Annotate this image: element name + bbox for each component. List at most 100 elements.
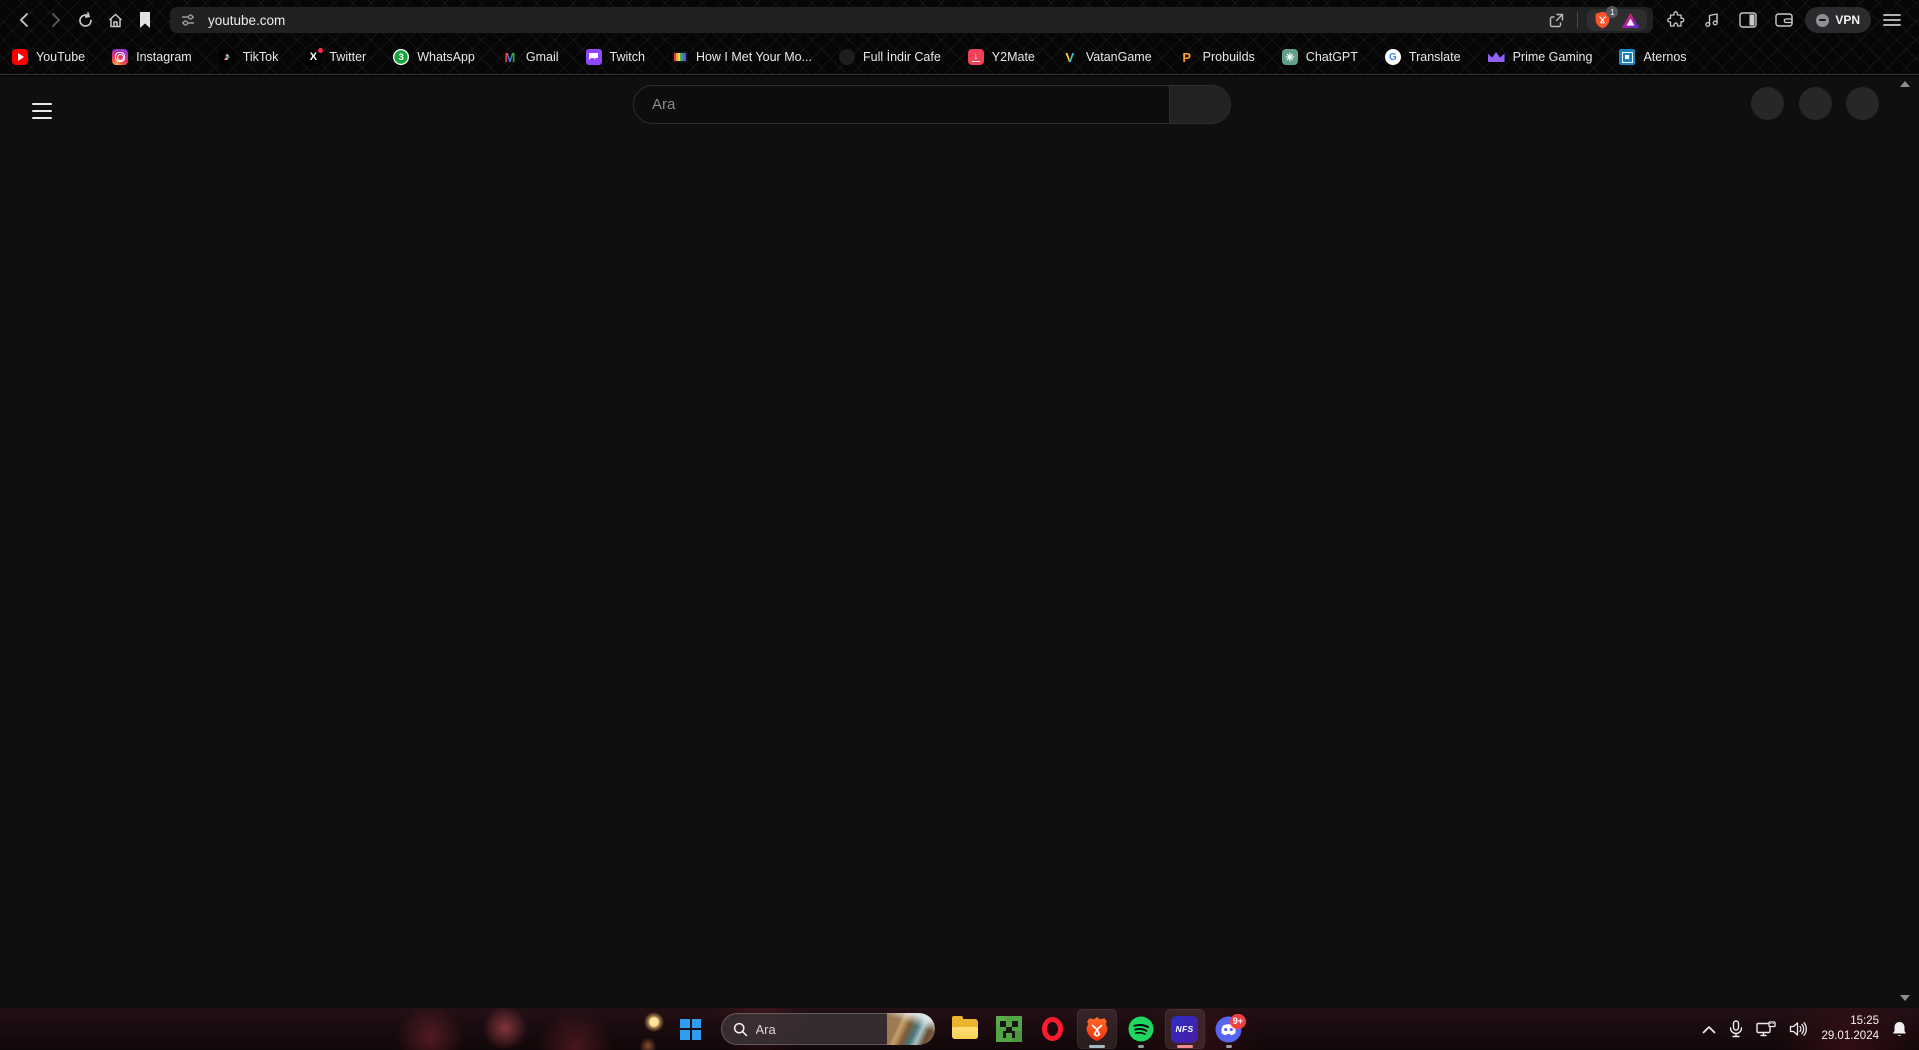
system-tray: 15:25 29.01.2024 bbox=[1702, 1008, 1919, 1050]
twitch-icon bbox=[585, 49, 602, 65]
taskbar-center-cluster: NFS 9+ bbox=[671, 1009, 1249, 1049]
tiktok-icon bbox=[218, 49, 235, 65]
taskbar-search-input[interactable] bbox=[755, 1021, 887, 1037]
browser-chrome: youtube.com 1 VPN YouTube Instagram ♪ Ti… bbox=[0, 0, 1919, 75]
toolbar-separator bbox=[1577, 12, 1579, 28]
bookmark-fullindircafe[interactable]: Full İndir Cafe bbox=[838, 49, 941, 65]
browser-toolbar: youtube.com 1 VPN bbox=[0, 0, 1919, 40]
discord-icon: 9+ bbox=[1215, 1013, 1246, 1043]
search-icon bbox=[733, 1022, 748, 1037]
taskbar-search-box[interactable] bbox=[720, 1013, 935, 1045]
clock[interactable]: 15:25 29.01.2024 bbox=[1821, 1014, 1879, 1044]
reload-button[interactable] bbox=[71, 6, 99, 34]
windows-taskbar: NFS 9+ bbox=[0, 1008, 1919, 1050]
bookmark-probuilds[interactable]: Probuilds bbox=[1179, 49, 1255, 65]
network-icon[interactable] bbox=[1756, 1020, 1777, 1038]
scrollbar-down-arrow[interactable] bbox=[1900, 995, 1910, 1001]
bookmark-tiktok[interactable]: TikTok bbox=[218, 49, 278, 65]
taskbar-app-opera[interactable] bbox=[1033, 1009, 1073, 1049]
bookmark-primegaming[interactable]: Prime Gaming bbox=[1487, 50, 1592, 64]
opera-icon bbox=[1042, 1017, 1063, 1041]
url-text[interactable]: youtube.com bbox=[208, 13, 1540, 28]
volume-icon[interactable] bbox=[1789, 1021, 1808, 1037]
instagram-icon bbox=[112, 49, 129, 65]
search-highlight-image[interactable] bbox=[886, 1013, 935, 1045]
probuilds-icon bbox=[1179, 49, 1195, 65]
taskbar-app-minecraft[interactable] bbox=[989, 1009, 1029, 1049]
taskbar-app-nfs[interactable]: NFS bbox=[1164, 1009, 1205, 1049]
sidebar-icon[interactable] bbox=[1734, 6, 1762, 34]
scrollbar-up-arrow[interactable] bbox=[1900, 81, 1910, 87]
running-indicator bbox=[1225, 1045, 1232, 1048]
masthead-skeleton-circle bbox=[1751, 87, 1784, 120]
youtube-searchbox[interactable] bbox=[633, 85, 1231, 124]
tv-icon bbox=[671, 51, 688, 63]
taskbar-app-brave[interactable] bbox=[1076, 1009, 1117, 1049]
brave-badges-group: 1 bbox=[1587, 6, 1648, 31]
taskbar-app-discord[interactable]: 9+ bbox=[1209, 1009, 1249, 1049]
taskbar-app-spotify[interactable] bbox=[1121, 1009, 1161, 1049]
bookmarks-bar: YouTube Instagram TikTok Twitter 3WhatsA… bbox=[0, 40, 1919, 74]
browser-menu-icon[interactable] bbox=[1878, 6, 1906, 34]
share-icon[interactable] bbox=[1540, 12, 1573, 29]
home-button[interactable] bbox=[101, 6, 129, 34]
bookmark-chatgpt[interactable]: ChatGPT bbox=[1281, 49, 1358, 65]
address-bar[interactable]: youtube.com 1 bbox=[170, 6, 1654, 33]
wallet-icon[interactable] bbox=[1770, 6, 1798, 34]
aternos-icon bbox=[1619, 49, 1636, 65]
google-translate-icon bbox=[1384, 49, 1401, 65]
bookmark-aternos[interactable]: Aternos bbox=[1619, 49, 1687, 65]
gmail-icon bbox=[502, 49, 518, 65]
running-indicator bbox=[1088, 1045, 1105, 1048]
forward-button[interactable] bbox=[41, 6, 69, 34]
bookmark-twitch[interactable]: Twitch bbox=[585, 49, 645, 65]
vatangame-icon bbox=[1062, 49, 1078, 65]
media-control-icon[interactable] bbox=[1698, 6, 1726, 34]
bookmark-youtube[interactable]: YouTube bbox=[12, 49, 85, 65]
vpn-button[interactable]: VPN bbox=[1805, 7, 1871, 33]
bookmark-gmail[interactable]: Gmail bbox=[502, 49, 559, 65]
whatsapp-icon: 3 bbox=[393, 49, 410, 65]
bookmark-translate[interactable]: Translate bbox=[1384, 49, 1461, 65]
file-explorer-icon bbox=[951, 1016, 978, 1039]
nfs-icon: NFS bbox=[1171, 1015, 1198, 1043]
bookmark-icon[interactable] bbox=[131, 6, 159, 34]
guide-menu-button[interactable] bbox=[22, 91, 62, 131]
taskbar-app-explorer[interactable] bbox=[945, 1009, 985, 1049]
toolbar-right-cluster: VPN bbox=[1661, 6, 1909, 34]
bookmark-y2mate[interactable]: Y2Mate bbox=[967, 49, 1035, 65]
hidden-icons-chevron[interactable] bbox=[1702, 1025, 1716, 1034]
vpn-status-icon bbox=[1816, 13, 1830, 27]
windows-logo-icon bbox=[680, 1018, 701, 1040]
site-settings-icon[interactable] bbox=[180, 12, 196, 28]
bookmark-vatangame[interactable]: VatanGame bbox=[1062, 49, 1152, 65]
brave-icon bbox=[1086, 1017, 1107, 1041]
youtube-search-button[interactable] bbox=[1169, 86, 1230, 123]
back-button[interactable] bbox=[11, 6, 39, 34]
brave-shield-icon[interactable]: 1 bbox=[1594, 6, 1619, 29]
twitter-x-icon bbox=[305, 48, 324, 65]
notification-bell-icon[interactable] bbox=[1892, 1021, 1907, 1038]
crown-icon bbox=[1487, 52, 1505, 62]
brave-rewards-icon[interactable] bbox=[1621, 12, 1640, 29]
youtube-search-input[interactable] bbox=[634, 86, 1169, 123]
bookmark-whatsapp[interactable]: 3 WhatsApp bbox=[393, 49, 475, 65]
clock-date: 29.01.2024 bbox=[1821, 1030, 1879, 1042]
youtube-icon bbox=[12, 49, 28, 65]
running-indicator bbox=[1137, 1045, 1144, 1048]
masthead-skeleton-circle bbox=[1846, 87, 1879, 120]
bookmark-twitter[interactable]: Twitter bbox=[305, 48, 366, 65]
start-button[interactable] bbox=[671, 1009, 711, 1049]
chatgpt-icon bbox=[1281, 49, 1298, 65]
download-icon bbox=[967, 49, 984, 65]
youtube-page bbox=[0, 76, 1919, 1008]
masthead-skeleton-circle bbox=[1799, 87, 1832, 120]
running-indicator bbox=[1176, 1045, 1193, 1048]
extensions-icon[interactable] bbox=[1662, 6, 1690, 34]
generic-favicon bbox=[838, 49, 855, 65]
microphone-icon[interactable] bbox=[1729, 1020, 1743, 1038]
bookmark-instagram[interactable]: Instagram bbox=[112, 49, 192, 65]
spotify-icon bbox=[1128, 1016, 1153, 1042]
bookmark-himym[interactable]: How I Met Your Mo... bbox=[671, 50, 812, 64]
shield-counter-badge: 1 bbox=[1606, 6, 1619, 18]
